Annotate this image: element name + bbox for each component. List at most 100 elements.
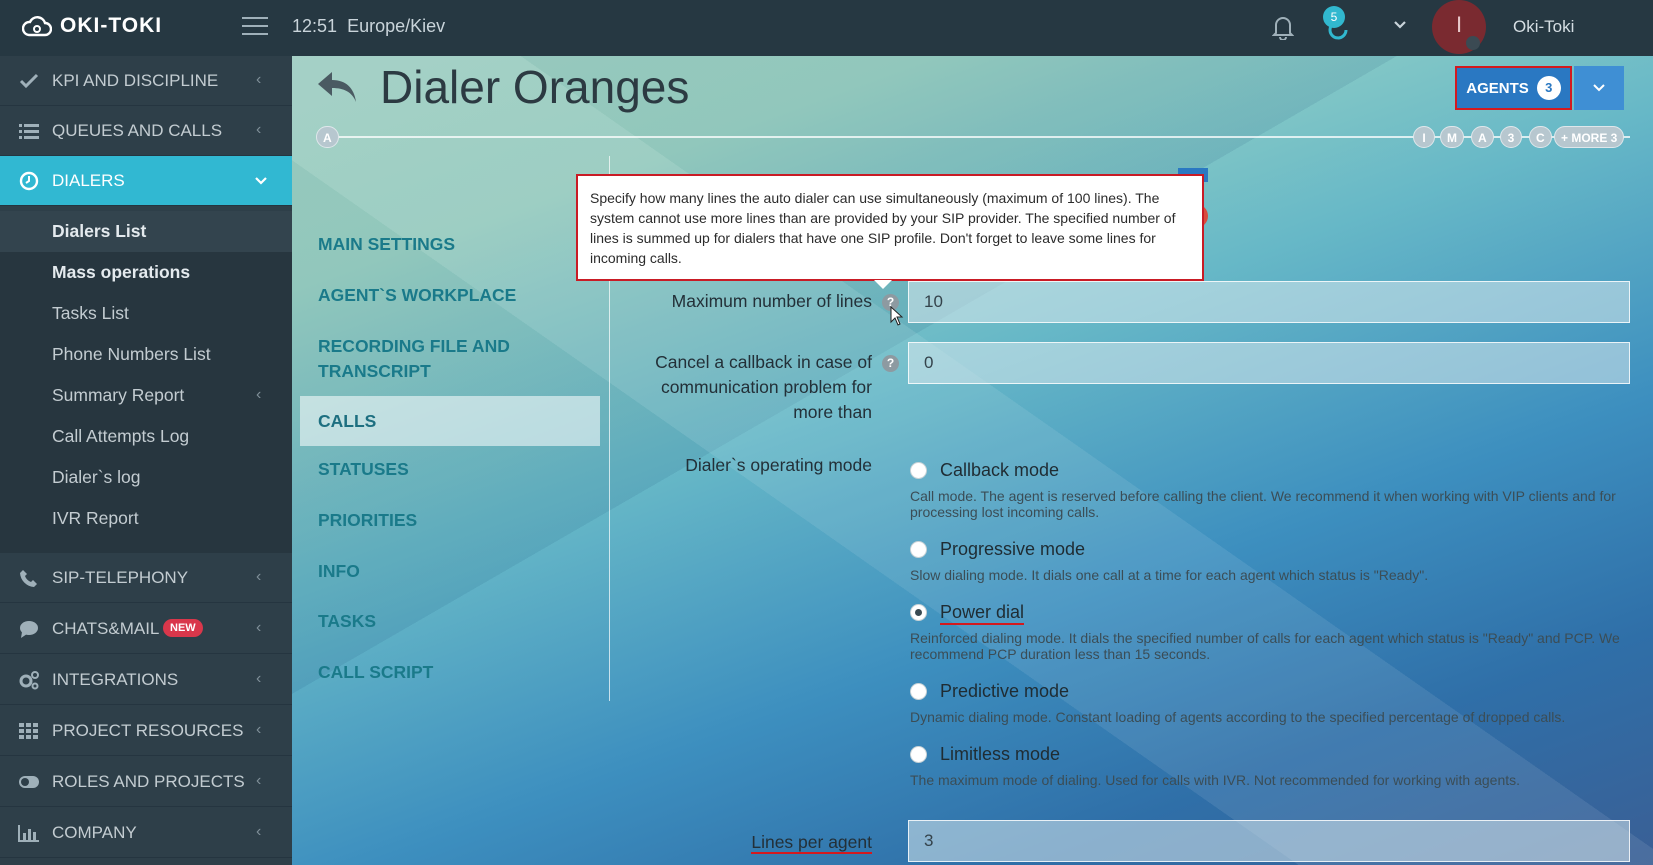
timeline-start-tag[interactable]: A — [316, 126, 339, 148]
tab-priorities[interactable]: PRIORITIES — [300, 510, 600, 531]
radio-progressive[interactable] — [910, 541, 927, 558]
radio-limitless[interactable] — [910, 746, 927, 763]
sidebar-item-sip-telephony[interactable]: SIP-TELEPHONY ‹ — [0, 553, 292, 603]
tab-agents-workplace[interactable]: AGENT`S WORKPLACE — [300, 285, 600, 306]
sidebar-item-dialers[interactable]: DIALERS — [0, 156, 292, 206]
tab-statuses[interactable]: STATUSES — [300, 459, 600, 480]
sidebar-subitem-tasks-list[interactable]: Tasks List — [0, 293, 292, 334]
sidebar-subitem-call-attempts[interactable]: Call Attempts Log — [0, 416, 292, 457]
chevron-left-icon: ‹ — [256, 721, 262, 738]
radio-label: Limitless mode — [940, 744, 1061, 764]
sidebar-item-label: SIP-TELEPHONY — [52, 568, 189, 587]
radio-label: Power dial — [940, 602, 1025, 625]
tab-call-script[interactable]: CALL SCRIPT — [300, 662, 600, 683]
cloud-logo-icon — [22, 16, 52, 37]
chevron-down-icon — [255, 177, 267, 185]
tab-info[interactable]: INFO — [300, 561, 600, 582]
bell-icon[interactable] — [1272, 14, 1294, 40]
mode-description: Slow dialing mode. It dials one call at … — [910, 567, 1429, 583]
radio-label: Progressive mode — [940, 539, 1086, 559]
sidebar-item-label: PROJECT RESOURCES — [52, 721, 244, 740]
radio-callback[interactable] — [910, 462, 927, 479]
tab-recording-file[interactable]: RECORDING FILE AND TRANSCRIPT — [300, 334, 580, 384]
sidebar-item-integrations[interactable]: INTEGRATIONS ‹ — [0, 655, 292, 705]
sidebar-item-label: COMPANY — [52, 823, 137, 842]
sidebar-item-chats-mail[interactable]: CHATS&MAIL NEW ‹ — [0, 604, 292, 654]
tab-tasks[interactable]: TASKS — [300, 611, 600, 632]
chevron-left-icon: ‹ — [256, 823, 262, 840]
agents-button[interactable]: AGENTS 3 — [1455, 66, 1572, 110]
cancel-callback-input[interactable]: 0 — [908, 342, 1630, 384]
lines-per-agent-input[interactable]: 3 — [908, 820, 1630, 862]
sidebar-subitem-summary-report[interactable]: Summary Report ‹ — [0, 375, 292, 416]
chevron-down-icon[interactable] — [1393, 20, 1407, 30]
timeline-tag[interactable]: M — [1440, 126, 1464, 148]
chevron-left-icon: ‹ — [256, 71, 262, 88]
phone-icon — [20, 570, 37, 587]
timeline-tag[interactable]: I — [1413, 126, 1435, 148]
timeline-tag[interactable]: 3 — [1500, 126, 1522, 148]
timeline-tag[interactable]: C — [1529, 126, 1552, 148]
back-arrow-icon[interactable] — [316, 68, 360, 106]
status-dot — [1466, 36, 1480, 50]
chevron-left-icon: ‹ — [256, 772, 262, 789]
notification-badge: 5 — [1323, 6, 1345, 28]
sidebar-subitem-mass-operations[interactable]: Mass operations — [0, 252, 292, 293]
sidebar-item-label: CHATS&MAIL — [52, 619, 160, 638]
tab-calls[interactable]: CALLS — [300, 396, 600, 446]
sidebar-item-label: ROLES AND PROJECTS — [52, 772, 245, 791]
timeline-tag[interactable]: A — [1471, 126, 1494, 148]
tooltip-arrow — [874, 280, 892, 289]
timezone: Europe/Kiev — [347, 16, 446, 36]
operating-mode-label: Dialer`s operating mode — [685, 455, 872, 475]
agents-button-label: AGENTS — [1466, 79, 1529, 97]
lines-per-agent-label: Lines per agent — [712, 830, 872, 855]
check-icon — [19, 73, 39, 89]
radio-predictive[interactable] — [910, 683, 927, 700]
max-lines-label: Maximum number of lines — [671, 291, 872, 311]
current-time: 12:51 — [292, 16, 338, 36]
sidebar-item-label: INTEGRATIONS — [52, 670, 179, 689]
sidebar-item-queues[interactable]: QUEUES AND CALLS ‹ — [0, 106, 292, 156]
lines-per-agent-text: Lines per agent — [751, 832, 872, 854]
sidebar: KPI AND DISCIPLINE ‹ QUEUES AND CALLS ‹ … — [0, 56, 292, 865]
sidebar-subitem-dialers-log[interactable]: Dialer`s log — [0, 457, 292, 498]
radio-power-dial[interactable] — [910, 604, 927, 621]
agents-count-badge: 3 — [1536, 76, 1561, 100]
chevron-left-icon: ‹ — [256, 619, 262, 636]
tab-main-settings[interactable]: MAIN SETTINGS — [300, 234, 600, 255]
dialers-submenu: Dialers List Mass operations Tasks List … — [0, 211, 292, 553]
gears-icon — [19, 671, 39, 690]
mode-description: Dynamic dialing mode. Constant loading o… — [910, 709, 1566, 725]
chevron-left-icon: ‹ — [256, 670, 262, 687]
chevron-left-icon: ‹ — [256, 568, 262, 585]
new-badge: NEW — [163, 619, 203, 637]
brand-logo[interactable]: OKI-TOKI — [22, 14, 162, 38]
radio-label: Predictive mode — [940, 681, 1070, 701]
sidebar-subitem-ivr-report[interactable]: IVR Report — [0, 498, 292, 539]
main-content: Dialer Oranges AGENTS 3 A I M A 3 C + MO… — [292, 56, 1653, 865]
cancel-callback-label: Cancel a callback in case of communicati… — [655, 352, 872, 422]
menu-toggle-icon[interactable] — [242, 17, 268, 37]
username[interactable]: Oki-Toki — [1513, 17, 1574, 37]
page-title: Dialer Oranges — [380, 61, 690, 113]
mouse-cursor-icon — [890, 306, 904, 326]
bar-chart-icon — [18, 825, 39, 842]
max-lines-input[interactable]: 10 — [908, 281, 1630, 323]
sidebar-subitem-phone-numbers[interactable]: Phone Numbers List — [0, 334, 292, 375]
timeline-more-tag[interactable]: + MORE 3 — [1554, 126, 1625, 148]
toggle-icon — [19, 776, 39, 788]
brand-name: OKI-TOKI — [60, 14, 163, 37]
sidebar-item-label: DIALERS — [52, 171, 125, 190]
sidebar-item-roles-projects[interactable]: ROLES AND PROJECTS ‹ — [0, 757, 292, 807]
sidebar-item-label: KPI AND DISCIPLINE — [52, 71, 219, 90]
top-bar: OKI-TOKI 12:51 Europe/Kiev 5 I Oki-Toki — [0, 0, 1653, 56]
clock-icon — [19, 171, 39, 191]
sidebar-item-project-resources[interactable]: PROJECT RESOURCES ‹ — [0, 706, 292, 756]
sidebar-item-company[interactable]: COMPANY ‹ — [0, 808, 292, 858]
sidebar-subitem-dialers-list[interactable]: Dialers List — [0, 211, 292, 252]
sidebar-item-kpi[interactable]: KPI AND DISCIPLINE ‹ — [0, 56, 292, 106]
help-icon[interactable]: ? — [882, 355, 899, 372]
chevron-left-icon: ‹ — [256, 121, 262, 138]
agents-dropdown-button[interactable] — [1574, 66, 1624, 110]
